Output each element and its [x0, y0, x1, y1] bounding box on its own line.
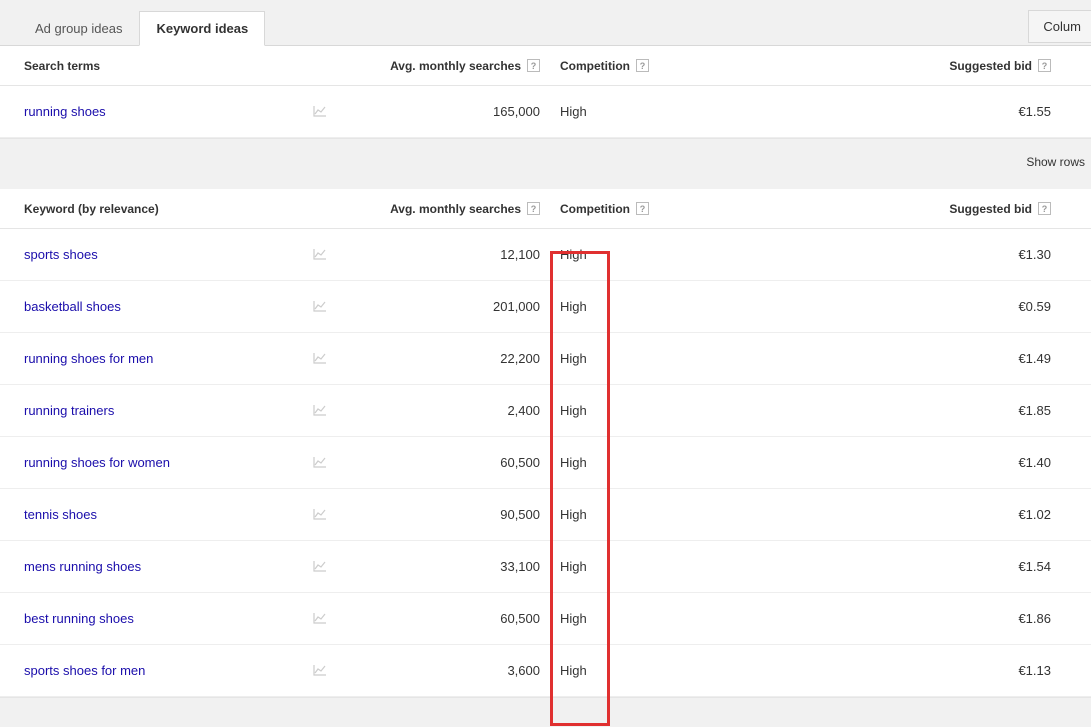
keyword-searches: 22,200 — [340, 351, 550, 366]
keyword-competition: High — [550, 663, 800, 678]
header-search-terms[interactable]: Search terms — [0, 59, 300, 73]
keyword-row: running shoes for women 60,500High€1.40 — [0, 437, 1091, 489]
keyword-searches: 2,400 — [340, 403, 550, 418]
header-suggested-bid[interactable]: Suggested bid ? — [800, 59, 1091, 73]
keyword-link[interactable]: mens running shoes — [0, 559, 300, 574]
keyword-row: sports shoes for men 3,600High€1.13 — [0, 645, 1091, 697]
header-competition[interactable]: Competition ? — [550, 59, 800, 73]
help-icon[interactable]: ? — [636, 59, 649, 72]
keyword-competition: High — [550, 247, 800, 262]
keyword-link[interactable]: running shoes for women — [0, 455, 300, 470]
header-competition-2[interactable]: Competition ? — [550, 202, 800, 216]
header-avg-searches-label: Avg. monthly searches — [390, 59, 521, 73]
header-avg-searches-2[interactable]: Avg. monthly searches ? — [340, 202, 550, 216]
keyword-planner-container: Ad group ideas Keyword ideas Colum Searc… — [0, 0, 1091, 698]
search-term-row: running shoes 165,000 High €1.55 — [0, 86, 1091, 138]
chart-icon[interactable] — [313, 663, 327, 679]
search-terms-header: Search terms Avg. monthly searches ? Com… — [0, 46, 1091, 86]
search-terms-panel: Search terms Avg. monthly searches ? Com… — [0, 46, 1091, 139]
chart-icon[interactable] — [313, 455, 327, 471]
header-competition-label: Competition — [560, 59, 630, 73]
keyword-competition: High — [550, 455, 800, 470]
keyword-ideas-header: Keyword (by relevance) Avg. monthly sear… — [0, 189, 1091, 229]
keyword-competition: High — [550, 507, 800, 522]
keyword-searches: 33,100 — [340, 559, 550, 574]
tab-keyword-ideas[interactable]: Keyword ideas — [139, 11, 265, 46]
keyword-bid: €1.86 — [800, 611, 1091, 626]
keyword-bid: €1.49 — [800, 351, 1091, 366]
search-term-link[interactable]: running shoes — [0, 104, 300, 119]
keyword-row: running trainers 2,400High€1.85 — [0, 385, 1091, 437]
keyword-row: best running shoes 60,500High€1.86 — [0, 593, 1091, 645]
keyword-row: sports shoes 12,100High€1.30 — [0, 229, 1091, 281]
help-icon[interactable]: ? — [1038, 202, 1051, 215]
help-icon[interactable]: ? — [1038, 59, 1051, 72]
help-icon[interactable]: ? — [636, 202, 649, 215]
header-keyword[interactable]: Keyword (by relevance) — [0, 202, 300, 216]
keyword-bid: €1.54 — [800, 559, 1091, 574]
help-icon[interactable]: ? — [527, 59, 540, 72]
header-suggested-bid-label-2: Suggested bid — [949, 202, 1032, 216]
keyword-bid: €0.59 — [800, 299, 1091, 314]
keyword-row: basketball shoes 201,000High€0.59 — [0, 281, 1091, 333]
chart-icon[interactable] — [313, 507, 327, 523]
tabs-bar: Ad group ideas Keyword ideas Colum — [0, 0, 1091, 46]
keyword-bid: €1.13 — [800, 663, 1091, 678]
keyword-link[interactable]: running shoes for men — [0, 351, 300, 366]
columns-button[interactable]: Colum — [1028, 10, 1091, 43]
keyword-link[interactable]: sports shoes — [0, 247, 300, 262]
keyword-link[interactable]: sports shoes for men — [0, 663, 300, 678]
gap-row: Show rows — [0, 139, 1091, 189]
keyword-competition: High — [550, 299, 800, 314]
keyword-bid: €1.40 — [800, 455, 1091, 470]
keyword-competition: High — [550, 611, 800, 626]
tab-ad-group-ideas[interactable]: Ad group ideas — [18, 11, 139, 46]
keyword-link[interactable]: best running shoes — [0, 611, 300, 626]
search-term-competition: High — [550, 104, 800, 119]
header-competition-label-2: Competition — [560, 202, 630, 216]
chart-icon[interactable] — [313, 403, 327, 419]
keyword-bid: €1.85 — [800, 403, 1091, 418]
keyword-row: tennis shoes 90,500High€1.02 — [0, 489, 1091, 541]
chart-icon[interactable] — [313, 611, 327, 627]
keyword-searches: 12,100 — [340, 247, 550, 262]
keyword-competition: High — [550, 351, 800, 366]
search-term-searches: 165,000 — [340, 104, 550, 119]
search-term-bid: €1.55 — [800, 104, 1091, 119]
help-icon[interactable]: ? — [527, 202, 540, 215]
keyword-link[interactable]: basketball shoes — [0, 299, 300, 314]
keyword-row: running shoes for men 22,200High€1.49 — [0, 333, 1091, 385]
keyword-competition: High — [550, 559, 800, 574]
show-rows-label[interactable]: Show rows — [1026, 155, 1085, 169]
header-suggested-bid-2[interactable]: Suggested bid ? — [800, 202, 1091, 216]
header-avg-searches-label-2: Avg. monthly searches — [390, 202, 521, 216]
keyword-searches: 3,600 — [340, 663, 550, 678]
header-avg-searches[interactable]: Avg. monthly searches ? — [340, 59, 550, 73]
chart-icon[interactable] — [313, 559, 327, 575]
header-suggested-bid-label: Suggested bid — [949, 59, 1032, 73]
keyword-link[interactable]: tennis shoes — [0, 507, 300, 522]
chart-icon[interactable] — [313, 247, 327, 263]
keyword-searches: 60,500 — [340, 611, 550, 626]
keyword-row: mens running shoes 33,100High€1.54 — [0, 541, 1091, 593]
chart-icon[interactable] — [313, 104, 327, 120]
chart-icon[interactable] — [313, 351, 327, 367]
keyword-competition: High — [550, 403, 800, 418]
keyword-link[interactable]: running trainers — [0, 403, 300, 418]
keyword-ideas-panel: Keyword (by relevance) Avg. monthly sear… — [0, 189, 1091, 698]
keyword-bid: €1.02 — [800, 507, 1091, 522]
keyword-searches: 201,000 — [340, 299, 550, 314]
keyword-searches: 90,500 — [340, 507, 550, 522]
keyword-bid: €1.30 — [800, 247, 1091, 262]
keyword-searches: 60,500 — [340, 455, 550, 470]
chart-icon[interactable] — [313, 299, 327, 315]
